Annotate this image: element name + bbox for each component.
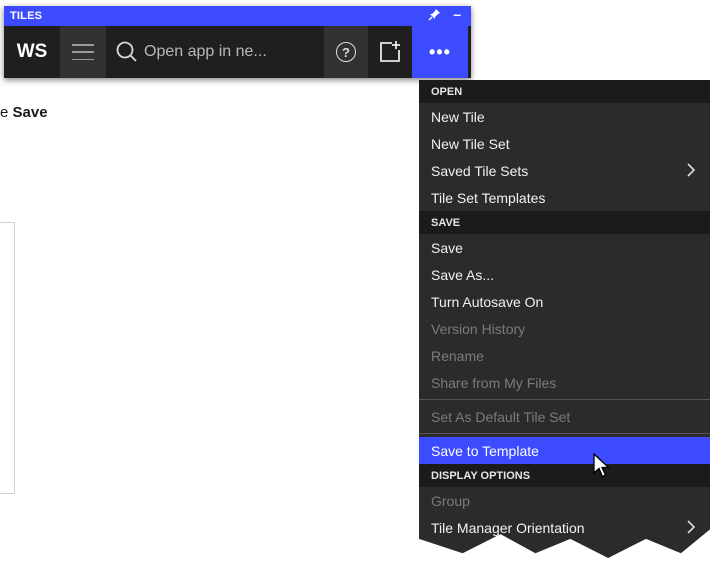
menu-item-label: Saved Tile Sets	[431, 162, 529, 179]
menu-item-label: Tile Manager Orientation	[431, 519, 585, 536]
menu-item-rename: Rename	[431, 347, 484, 364]
menu-item-save-to-template[interactable]: Save to Template	[419, 437, 710, 464]
menu-item-save-as[interactable]: Save As...	[419, 261, 710, 288]
hamburger-icon	[72, 44, 94, 60]
minimize-button[interactable]: –	[453, 6, 461, 22]
chevron-right-icon	[687, 520, 696, 534]
tiles-title-bar[interactable]: TILES –	[4, 6, 471, 26]
menu-header-open: OPEN	[419, 80, 710, 103]
more-options-menu: OPEN New Tile New Tile Set Saved Tile Se…	[419, 80, 710, 558]
menu-button[interactable]	[60, 26, 106, 78]
workspace-label: WS	[16, 41, 48, 62]
help-icon: ?	[336, 42, 356, 62]
menu-item-group: Group	[431, 492, 470, 509]
menu-item-new-tile[interactable]: New Tile	[419, 103, 710, 130]
new-tile-button[interactable]	[368, 26, 412, 78]
search-input[interactable]: Open app in ne...	[106, 26, 324, 78]
menu-divider	[419, 433, 710, 434]
menu-item-turn-autosave-on[interactable]: Turn Autosave On	[419, 288, 710, 315]
menu-item-saved-tile-sets[interactable]: Saved Tile Sets	[419, 157, 710, 184]
menu-divider	[419, 399, 710, 400]
background-text: e Save	[0, 104, 48, 121]
new-tile-icon	[380, 41, 400, 62]
menu-item-tile-set-templates[interactable]: Tile Set Templates	[419, 184, 710, 211]
menu-header-save: SAVE	[419, 211, 710, 234]
workspace-button[interactable]: WS	[4, 26, 60, 78]
menu-item-set-as-default: Set As Default Tile Set	[431, 408, 571, 425]
search-placeholder: Open app in ne...	[144, 43, 267, 60]
tiles-title: TILES	[10, 10, 43, 22]
mouse-cursor-icon	[593, 453, 611, 478]
pin-icon[interactable]	[428, 8, 441, 24]
menu-item-new-tile-set[interactable]: New Tile Set	[419, 130, 710, 157]
background-panel-edge	[0, 222, 15, 494]
background-text-prefix: e	[0, 104, 13, 121]
menu-item-share-from-my-files: Share from My Files	[431, 374, 557, 391]
search-icon	[116, 41, 137, 62]
more-options-button[interactable]: •••	[412, 26, 468, 78]
help-button[interactable]: ?	[324, 26, 368, 78]
menu-item-version-history: Version History	[431, 320, 526, 337]
menu-item-save[interactable]: Save	[419, 234, 710, 261]
chevron-right-icon	[687, 163, 696, 177]
menu-header-display-options: DISPLAY OPTIONS	[419, 464, 710, 487]
background-text-bold: Save	[12, 104, 48, 121]
tiles-panel: TILES – WS Open app in ne... ? •••	[4, 6, 471, 78]
more-icon: •••	[429, 41, 451, 62]
tiles-toolbar: WS Open app in ne... ? •••	[4, 26, 471, 78]
menu-item-tile-manager-orientation[interactable]: Tile Manager Orientation	[419, 514, 710, 541]
